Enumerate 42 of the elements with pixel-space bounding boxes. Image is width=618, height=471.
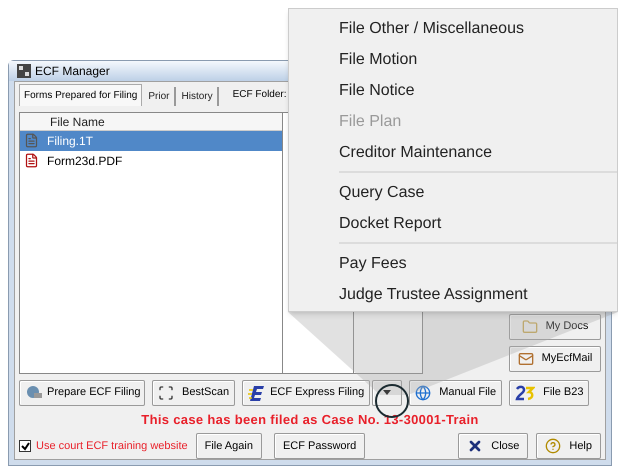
file-row[interactable]: Form23d.PDF: [20, 150, 282, 170]
pdf-file-icon: [24, 153, 39, 168]
checkbox-label: Use court ECF training website: [36, 438, 188, 454]
menu-item[interactable]: Creditor Maintenance: [339, 137, 492, 168]
side-button[interactable]: MyEcfMail: [509, 346, 601, 372]
menu-item[interactable]: Judge Trustee Assignment: [339, 279, 528, 310]
folder-icon: [522, 318, 538, 334]
folder-label: ECF Folder:: [232, 88, 287, 102]
footer-button[interactable]: ECF Password: [274, 433, 366, 459]
status-message: This case has been filed as Case No. 13-30001-Train: [140, 410, 480, 428]
action-button[interactable]: Manual File: [409, 380, 502, 406]
window-title: ECF Manager: [35, 62, 110, 80]
side-button[interactable]: My Docs: [509, 314, 601, 340]
text-file-icon: [24, 133, 39, 148]
tab[interactable]: Prior: [144, 86, 176, 106]
footer-button[interactable]: File Again: [196, 433, 262, 459]
tab[interactable]: Forms Prepared for Filing: [19, 84, 142, 106]
help-icon: [545, 438, 562, 454]
dropdown-button[interactable]: [372, 380, 402, 406]
menu-item[interactable]: Query Case: [339, 177, 424, 208]
action-button[interactable]: ECF Express Filing: [242, 380, 370, 406]
checkbox[interactable]: [19, 440, 31, 452]
action-button[interactable]: File B23: [509, 380, 590, 406]
number-logo-icon: [515, 384, 536, 400]
footer-button[interactable]: Help: [536, 433, 601, 459]
menu-item[interactable]: Pay Fees: [339, 248, 407, 279]
menu-item[interactable]: File Notice: [339, 75, 415, 106]
globe-icon: [415, 384, 432, 400]
app-logo-icon: [17, 64, 31, 78]
tab[interactable]: History: [178, 86, 219, 106]
close-icon: [467, 438, 484, 454]
file-row[interactable]: Filing.1T: [20, 130, 282, 150]
mail-icon: [518, 350, 534, 366]
menu-item[interactable]: Docket Report: [339, 208, 442, 239]
menu-item[interactable]: File Other / Miscellaneous: [339, 13, 524, 44]
action-button[interactable]: BestScan: [152, 380, 236, 406]
footer-button[interactable]: Close: [458, 433, 528, 459]
action-button[interactable]: Prepare ECF Filing: [19, 380, 145, 406]
column-header: File Name: [20, 112, 282, 130]
menu-item[interactable]: File Motion: [339, 44, 418, 75]
caret-icon: [383, 390, 392, 395]
letter-e-logo-icon: [248, 384, 266, 402]
